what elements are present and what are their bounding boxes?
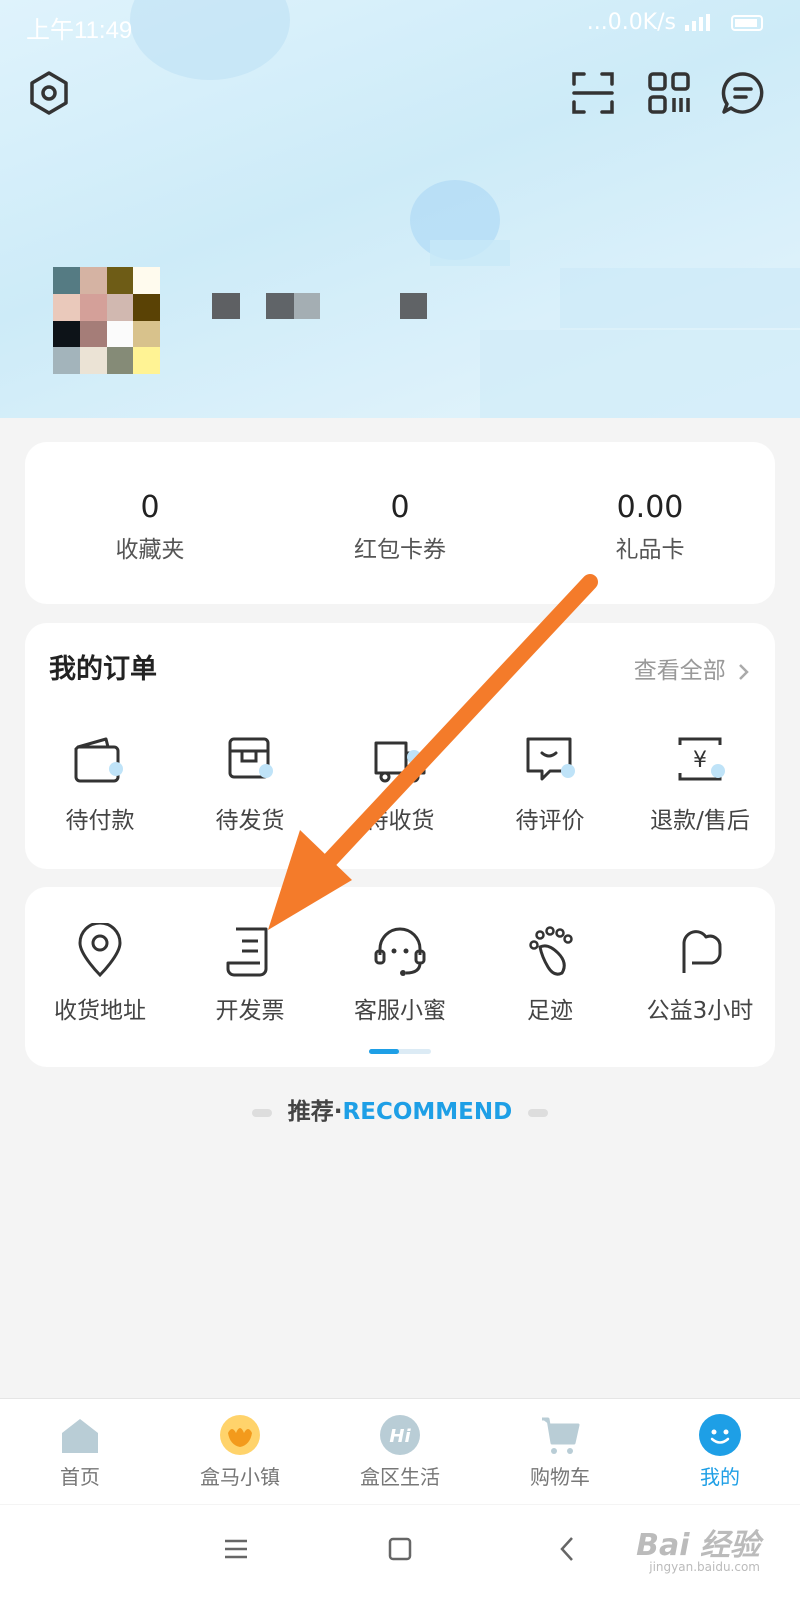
stat-gift-card[interactable]: 0.00 礼品卡 (525, 442, 775, 604)
username-redacted (266, 293, 294, 319)
tool-footprint[interactable]: 足迹 (475, 923, 625, 1025)
tool-label: 开发票 (215, 998, 285, 1024)
tool-invoice[interactable]: 开发票 (175, 923, 325, 1025)
profile-icon (699, 1414, 741, 1456)
charity-icon (682, 930, 722, 973)
recommend-prefix: 推荐· (287, 1099, 343, 1125)
header-decoration (480, 330, 800, 418)
town-icon (220, 1415, 260, 1455)
svg-text:¥: ¥ (693, 748, 707, 773)
decor-dot (528, 1108, 549, 1117)
order-refund[interactable]: ¥ 退款/售后 (625, 733, 775, 835)
stat-label: 礼品卡 (615, 537, 685, 563)
home-icon (62, 1419, 98, 1453)
tab-cart[interactable]: 购物车 (480, 1399, 640, 1504)
network-speed: ...0.0K/s (586, 10, 676, 35)
bottom-tab-bar: 首页 盒马小镇 Hi 盒区生活 购物车 我的 (0, 1398, 800, 1504)
avatar[interactable] (53, 267, 160, 374)
page-indicator-active (369, 1049, 399, 1054)
tool-label: 公益3小时 (646, 998, 754, 1024)
tab-home[interactable]: 首页 (0, 1399, 160, 1504)
qr-code-icon[interactable] (646, 70, 692, 116)
home-square-icon[interactable] (386, 1535, 414, 1563)
status-network: ...0.0K/s (587, 10, 770, 35)
settings-icon[interactable] (26, 70, 72, 116)
view-all-orders-link[interactable]: 查看全部 (634, 651, 751, 685)
back-icon[interactable] (554, 1535, 582, 1563)
svg-text:Hi: Hi (389, 1426, 411, 1447)
order-pending-payment[interactable]: 待付款 (25, 733, 175, 835)
signal-icon (685, 14, 710, 31)
orders-title: 我的订单 (49, 654, 157, 685)
tab-label: 盒马小镇 (200, 1465, 280, 1489)
tool-label: 足迹 (527, 998, 573, 1024)
status-time: 上午11:49 (26, 17, 133, 44)
stat-value: 0 (140, 490, 160, 525)
username-redacted (212, 293, 240, 319)
box-icon (228, 737, 273, 779)
location-icon (78, 923, 122, 978)
headset-icon (374, 927, 426, 976)
order-pending-review[interactable]: 待评价 (475, 733, 625, 835)
cart-icon (542, 1417, 580, 1454)
tab-label: 购物车 (530, 1465, 590, 1489)
stats-card: 0 收藏夹 0 红包卡券 0.00 礼品卡 (25, 442, 775, 604)
refund-icon: ¥ (678, 737, 725, 781)
page-indicator (369, 1049, 431, 1054)
order-item-label: 待发货 (215, 808, 285, 834)
menu-icon[interactable] (222, 1535, 250, 1563)
footprint-icon (529, 926, 573, 976)
header-decoration (130, 0, 290, 80)
watermark: Bai 经验 jingyan.baidu.com (636, 1520, 760, 1574)
order-pending-shipment[interactable]: 待发货 (175, 733, 325, 835)
tool-charity[interactable]: 公益3小时 (625, 923, 775, 1025)
tool-customer-service[interactable]: 客服小蜜 (325, 923, 475, 1025)
username-redacted (294, 293, 320, 319)
header-decoration (560, 268, 800, 328)
order-item-label: 待收货 (365, 808, 435, 834)
recommend-suffix: RECOMMEND (342, 1099, 513, 1125)
message-icon[interactable] (720, 70, 766, 116)
orders-card: 我的订单 查看全部 待付款 待发货 待收货 待评价 ¥ 退款/售后 (25, 623, 775, 869)
battery-icon (731, 15, 763, 31)
order-item-label: 退款/售后 (650, 808, 750, 834)
wallet-icon (74, 737, 123, 783)
view-all-label: 查看全部 (633, 658, 726, 684)
invoice-icon (226, 927, 268, 977)
tab-label: 首页 (60, 1465, 100, 1489)
tool-address[interactable]: 收货地址 (25, 923, 175, 1025)
watermark-sub: jingyan.baidu.com (649, 1560, 760, 1574)
chevron-right-icon (739, 663, 749, 680)
truck-icon (374, 741, 426, 783)
tool-label: 客服小蜜 (354, 998, 446, 1024)
header-decoration (430, 240, 510, 266)
stat-value: 0 (390, 490, 410, 525)
scan-icon[interactable] (570, 70, 616, 116)
stat-coupons[interactable]: 0 红包卡券 (275, 442, 525, 604)
tool-label: 收货地址 (54, 998, 146, 1024)
tab-profile[interactable]: 我的 (640, 1399, 800, 1504)
tab-life[interactable]: Hi 盒区生活 (320, 1399, 480, 1504)
stat-favorites[interactable]: 0 收藏夹 (25, 442, 275, 604)
username-redacted (400, 293, 427, 319)
hi-icon: Hi (380, 1415, 420, 1455)
order-pending-receipt[interactable]: 待收货 (325, 733, 475, 835)
stat-value: 0.00 (616, 490, 684, 525)
recommend-heading: 推荐·RECOMMEND (0, 1092, 800, 1126)
watermark-main: Bai 经验 (636, 1528, 760, 1563)
tools-card: 收货地址 开发票 客服小蜜 足迹 公益3小时 (25, 887, 775, 1067)
stat-label: 收藏夹 (115, 537, 185, 563)
tab-town[interactable]: 盒马小镇 (160, 1399, 320, 1504)
stat-label: 红包卡券 (354, 537, 446, 563)
comment-icon (526, 737, 575, 781)
order-item-label: 待付款 (65, 808, 135, 834)
order-item-label: 待评价 (515, 808, 585, 834)
tab-label: 盒区生活 (360, 1465, 440, 1489)
decor-dot (251, 1108, 272, 1117)
profile-header: 上午11:49 ...0.0K/s (0, 0, 800, 418)
tab-label: 我的 (700, 1465, 740, 1489)
